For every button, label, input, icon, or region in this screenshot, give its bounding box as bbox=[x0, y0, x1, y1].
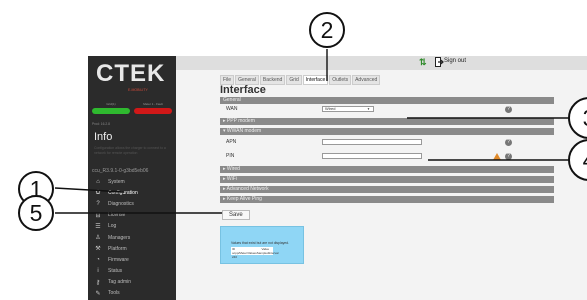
pin-row: PIN ? bbox=[220, 149, 554, 163]
callout-5: 5 bbox=[18, 195, 54, 231]
pin-label: PIN bbox=[226, 153, 235, 159]
ctek-logo: CTEK bbox=[96, 60, 166, 87]
sidebar: CTEK E-MOBILITY Grid(1) Meter 1 - Fault … bbox=[88, 56, 176, 300]
wan-row: WAN Wired ▼ ? bbox=[220, 104, 554, 114]
note-text: Values that exist but are not displayed. bbox=[231, 241, 289, 245]
section-wwan[interactable]: ▾ WWAN modem bbox=[220, 128, 554, 135]
version-text: Prod: 16.2.8 bbox=[92, 122, 110, 126]
apn-label: APN bbox=[226, 139, 237, 145]
section-wired[interactable]: ▸ Wired bbox=[220, 166, 554, 173]
menu-item-configuration[interactable]: ✿ Configuration bbox=[88, 187, 176, 198]
gear-icon: ✿ bbox=[95, 190, 101, 197]
note-row: ocpp/Meter/ValuesSampledInterval 240 bbox=[232, 251, 279, 259]
hidden-values-note: Values that exist but are not displayed.… bbox=[220, 226, 304, 264]
status-led-grid: Grid(1) bbox=[92, 102, 130, 114]
info-description: Configuration allows the charger to conn… bbox=[94, 146, 166, 155]
interface-page: Interface General WAN Wired ▼ ? ▸ PPP mod… bbox=[220, 84, 554, 221]
info-title: Info bbox=[94, 131, 113, 143]
page-title: Interface bbox=[220, 84, 266, 96]
menu-item-tag-admin[interactable]: ⚷ Tag admin bbox=[88, 277, 176, 288]
menu-item-managers[interactable]: ♙ Managers bbox=[88, 232, 176, 243]
section-ppp[interactable]: ▸ PPP modem bbox=[220, 118, 554, 125]
wrench-icon: ⚒ bbox=[95, 246, 101, 253]
menu-item-platform[interactable]: ⚒ Platform bbox=[88, 243, 176, 254]
pin-input[interactable] bbox=[322, 153, 422, 159]
section-wifi[interactable]: ▸ WiFi bbox=[220, 176, 554, 183]
home-icon: ⌂ bbox=[96, 178, 100, 185]
menu-item-status[interactable]: i Status bbox=[88, 266, 176, 277]
help-icon[interactable]: ? bbox=[505, 106, 512, 113]
section-general: General bbox=[220, 97, 554, 104]
app-window: CTEK E-MOBILITY Grid(1) Meter 1 - Fault … bbox=[88, 56, 587, 300]
main-content: ⇅ Sign out File General Backend Grid Int… bbox=[176, 56, 587, 300]
side-menu: ⌂ System ✿ Configuration ? Diagnostics ⊟ Lic… bbox=[88, 176, 176, 299]
apn-row: APN ? bbox=[220, 135, 554, 149]
sync-arrows-icon[interactable]: ⇅ bbox=[419, 57, 427, 68]
menu-item-system[interactable]: ⌂ System bbox=[88, 176, 176, 187]
menu-item-tools[interactable]: ✎ Tools bbox=[88, 288, 176, 299]
menu-item-diagnostics[interactable]: ? Diagnostics bbox=[88, 198, 176, 209]
apn-input[interactable] bbox=[322, 139, 422, 145]
chevron-down-icon: ▼ bbox=[367, 107, 370, 111]
note-table: ID Value ocpp/Meter/ValuesSampledInterva… bbox=[231, 247, 279, 259]
question-icon: ? bbox=[96, 200, 100, 207]
list-icon: ☰ bbox=[95, 223, 101, 230]
warning-icon bbox=[493, 153, 501, 160]
station-id: ccu_R3.9.1-0-g3bd5eb06 bbox=[92, 168, 149, 174]
key-icon: ⚷ bbox=[95, 279, 101, 286]
wan-select[interactable]: Wired ▼ bbox=[322, 106, 374, 112]
wifi-icon: ◔ bbox=[96, 256, 100, 263]
signout-icon[interactable] bbox=[435, 57, 444, 67]
help-icon[interactable]: ? bbox=[505, 139, 512, 146]
info-icon: i bbox=[97, 268, 99, 275]
help-icon[interactable]: ? bbox=[505, 153, 512, 160]
menu-item-license[interactable]: ⊟ License bbox=[88, 210, 176, 221]
tools-icon: ✎ bbox=[95, 290, 101, 297]
menu-item-log[interactable]: ☰ Log bbox=[88, 221, 176, 232]
save-button[interactable]: Save bbox=[222, 210, 250, 220]
wan-label: WAN bbox=[226, 106, 238, 112]
signout-link[interactable]: Sign out bbox=[444, 58, 466, 64]
user-icon: ♙ bbox=[95, 235, 101, 242]
top-bar: ⇅ Sign out bbox=[176, 56, 587, 70]
callout-2: 2 bbox=[309, 12, 345, 48]
section-advanced-network[interactable]: ▸ Advanced Network bbox=[220, 186, 554, 193]
section-keep-alive-ping[interactable]: ▸ Keep Alive Ping bbox=[220, 196, 554, 203]
lock-icon: ⊟ bbox=[95, 212, 101, 219]
status-led-fault: Meter 1 - Fault bbox=[134, 102, 172, 114]
logo-subtitle: E-MOBILITY bbox=[128, 88, 148, 92]
menu-item-firmware[interactable]: ◔ Firmware bbox=[88, 254, 176, 265]
